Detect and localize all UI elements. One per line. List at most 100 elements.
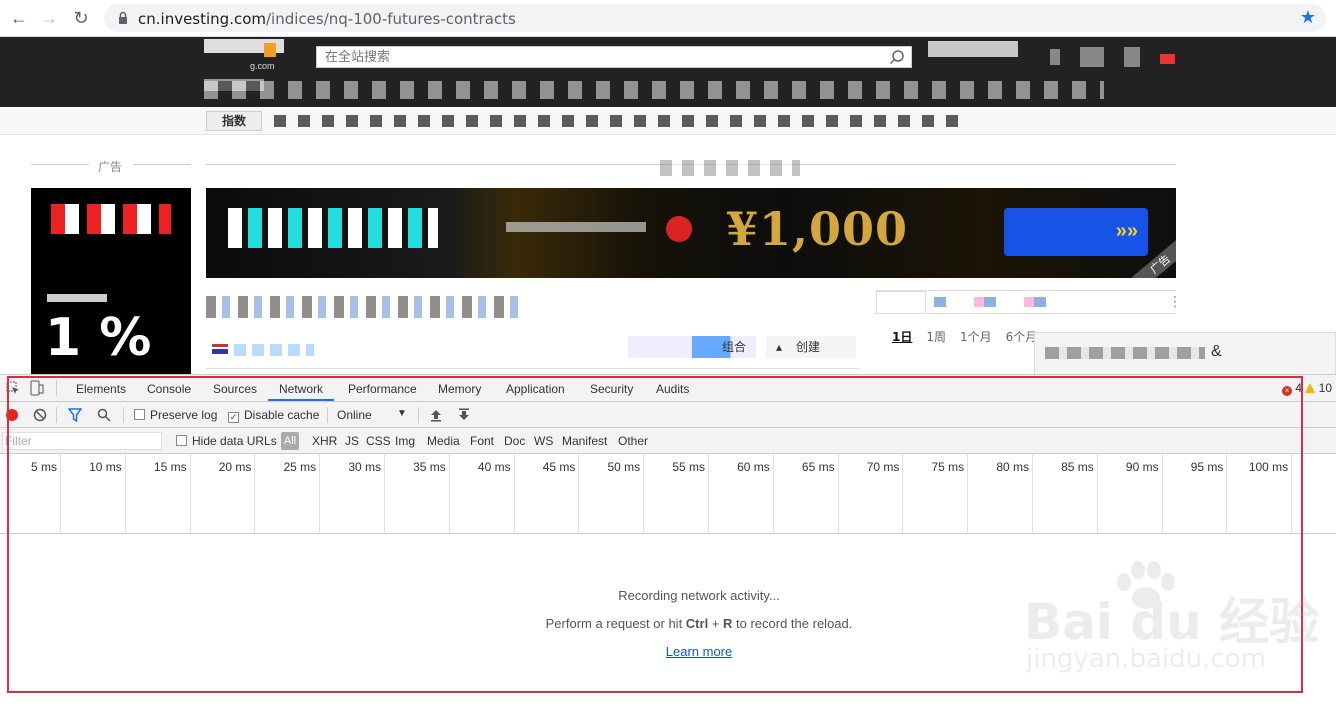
- disable-cache-checkbox[interactable]: ✓: [228, 412, 239, 423]
- site-main-nav[interactable]: [204, 81, 1104, 99]
- filter-xhr[interactable]: XHR: [312, 434, 337, 448]
- filter-all[interactable]: All: [281, 432, 299, 450]
- timeline-tick-label: 5 ms: [30, 460, 57, 474]
- site-search-input[interactable]: [317, 47, 877, 67]
- timeline-tick-label: 10 ms: [89, 460, 122, 474]
- record-icon[interactable]: [6, 409, 18, 421]
- chart-panel-tabs[interactable]: [934, 297, 1064, 307]
- add-to-portfolio-button[interactable]: 组合: [628, 336, 756, 358]
- period-tab-1w[interactable]: 1周: [926, 330, 946, 344]
- search-icon[interactable]: [97, 408, 111, 422]
- ctrl-key: Ctrl: [685, 616, 709, 631]
- tab-elements[interactable]: Elements: [76, 382, 126, 396]
- user-login-link[interactable]: [928, 41, 1018, 57]
- chart-panel-tab-active[interactable]: [876, 291, 926, 313]
- back-arrow-icon[interactable]: ←: [8, 8, 30, 30]
- alert-icon[interactable]: [1050, 49, 1060, 65]
- timeline-tick-label: 100 ms: [1248, 460, 1289, 474]
- ad-label: 广告: [98, 160, 123, 174]
- filter-other[interactable]: Other: [618, 434, 648, 448]
- filter-media[interactable]: Media: [427, 434, 460, 448]
- period-tab-1d[interactable]: 1日: [892, 330, 912, 344]
- breadcrumb-indices[interactable]: 指数: [206, 111, 262, 131]
- timeline-tick-label: 75 ms: [931, 460, 965, 474]
- filter-icon[interactable]: [68, 408, 82, 422]
- network-filter-bar: Filter Hide data URLs All XHR JS CSS Img…: [0, 428, 1336, 454]
- more-vertical-icon[interactable]: ⋮: [1168, 293, 1182, 310]
- import-har-icon[interactable]: [430, 408, 442, 422]
- hide-data-urls-checkbox[interactable]: [176, 435, 187, 446]
- preserve-log-toggle[interactable]: Preserve log: [134, 408, 217, 422]
- filter-manifest[interactable]: Manifest: [562, 434, 607, 448]
- hide-data-urls-toggle[interactable]: Hide data URLs: [176, 434, 277, 448]
- timeline-gridline: [967, 454, 969, 534]
- throttle-value: Online: [337, 408, 372, 422]
- timeline-gridline: [772, 454, 774, 534]
- separator: [327, 407, 328, 423]
- filter-input[interactable]: Filter: [2, 432, 162, 450]
- banner-cta-button[interactable]: »»: [1004, 208, 1148, 256]
- timeline-tick-label: 80 ms: [996, 460, 1029, 474]
- bookmark-star-icon[interactable]: ★: [1300, 7, 1316, 28]
- briefcase-icon[interactable]: [1080, 47, 1104, 67]
- device-toolbar-icon[interactable]: [30, 380, 44, 396]
- tab-audits[interactable]: Audits: [656, 382, 689, 396]
- throttle-select[interactable]: Online ▼: [337, 408, 407, 422]
- floating-popup[interactable]: &: [1034, 332, 1336, 376]
- export-har-icon[interactable]: [458, 408, 470, 422]
- timeline-gridline: [1161, 454, 1163, 534]
- timeline-gridline: [254, 454, 256, 534]
- clear-icon[interactable]: [33, 408, 47, 422]
- reload-icon[interactable]: ↻: [70, 8, 92, 30]
- divider: [876, 313, 1176, 314]
- clock-icon[interactable]: [1124, 47, 1140, 67]
- create-label: 创建: [796, 340, 821, 354]
- period-tab-6m[interactable]: 6个月: [1006, 330, 1038, 344]
- tab-memory[interactable]: Memory: [438, 382, 481, 396]
- tab-sources[interactable]: Sources: [213, 382, 257, 396]
- create-alert-button[interactable]: ▴ 创建: [766, 336, 856, 358]
- left-ad-banner[interactable]: 1 %: [31, 188, 191, 374]
- flag-icon[interactable]: [1160, 54, 1175, 64]
- url-text: cn.investing.com/indices/nq-100-futures-…: [138, 10, 516, 28]
- tab-application[interactable]: Application: [506, 382, 565, 396]
- banner-ad[interactable]: ¥1,000 »» 广告: [206, 188, 1176, 278]
- preserve-log-checkbox[interactable]: [134, 409, 145, 420]
- watermark-url: jingyan.baidu.com: [1026, 644, 1266, 674]
- tab-console[interactable]: Console: [147, 382, 191, 396]
- network-overview-timeline[interactable]: 5 ms 10 ms 15 ms 20 ms 25 ms 30 ms 35 ms 40 ms 4…: [0, 454, 1336, 534]
- left-ad-logo: [51, 204, 171, 234]
- error-warning-counts[interactable]: × 4 10: [1281, 381, 1332, 396]
- filter-ws[interactable]: WS: [534, 434, 553, 448]
- search-icon[interactable]: [889, 49, 905, 65]
- filter-img[interactable]: Img: [395, 434, 415, 448]
- divider: [133, 164, 191, 165]
- separator: [123, 407, 124, 423]
- learn-more-label[interactable]: Learn more: [666, 644, 732, 659]
- forward-arrow-icon[interactable]: →: [38, 8, 60, 30]
- filter-js[interactable]: JS: [345, 434, 359, 448]
- filter-css[interactable]: CSS: [366, 434, 391, 448]
- breadcrumb-links[interactable]: [274, 115, 964, 127]
- reload-hint-post: to record the reload.: [732, 616, 853, 631]
- tab-network[interactable]: Network: [279, 382, 323, 396]
- timeline-tick-label: 30 ms: [348, 460, 381, 474]
- address-bar[interactable]: cn.investing.com/indices/nq-100-futures-…: [104, 4, 1326, 32]
- tab-security[interactable]: Security: [590, 382, 633, 396]
- timeline-tick-label: 95 ms: [1190, 460, 1224, 474]
- period-tab-1m[interactable]: 1个月: [960, 330, 992, 344]
- disable-cache-toggle[interactable]: ✓ Disable cache: [228, 408, 319, 423]
- filter-font[interactable]: Font: [470, 434, 494, 448]
- warning-icon: [1305, 383, 1316, 393]
- filter-doc[interactable]: Doc: [504, 434, 525, 448]
- left-ad-percent: 1 %: [45, 308, 152, 368]
- tab-performance[interactable]: Performance: [348, 382, 417, 396]
- popup-text: [1045, 347, 1205, 359]
- breadcrumb: 指数: [0, 107, 1336, 135]
- timeline-gridline: [60, 454, 61, 534]
- site-search-box[interactable]: [316, 46, 912, 68]
- alert-bell-icon: ▴: [776, 340, 783, 354]
- hide-data-urls-label: Hide data URLs: [192, 434, 277, 448]
- left-ad-text: [47, 294, 107, 302]
- inspect-element-icon[interactable]: [6, 381, 20, 395]
